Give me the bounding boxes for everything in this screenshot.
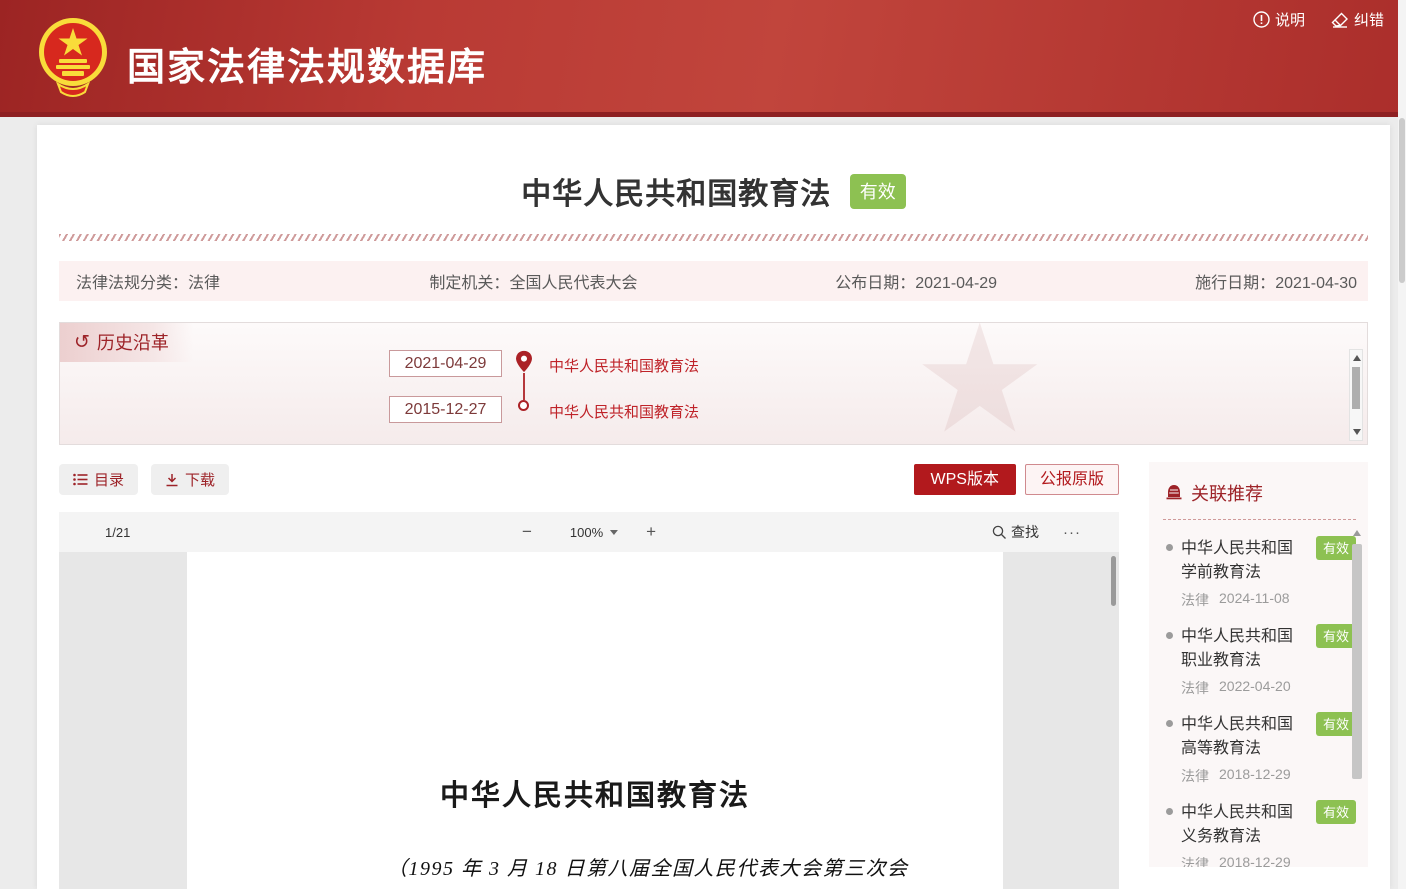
scroll-up-arrow-icon[interactable] — [1353, 530, 1361, 536]
status-badge: 有效 — [850, 174, 906, 209]
timeline-pin-icon — [515, 350, 533, 373]
history-section: ↺ 历史沿革 2021-04-29 中华人民共和国教育法 2015-12-27 … — [59, 322, 1368, 445]
download-icon — [165, 473, 179, 487]
wps-version-button[interactable]: WPS版本 — [914, 464, 1016, 495]
scroll-up-arrow-icon[interactable] — [1353, 355, 1361, 361]
list-icon — [73, 473, 88, 486]
search-icon — [992, 525, 1007, 540]
help-link[interactable]: 说明 — [1253, 9, 1305, 30]
document-paragraph-line1: （1995 年 3 月 18 日第八届全国人民代表大会第三次会 — [387, 852, 909, 881]
related-item-vocational[interactable]: 中华人民共和国职业教育法 有效 法律2022-04-20 — [1163, 610, 1368, 698]
zoom-controls: − 100% + — [518, 522, 660, 542]
site-title: 国家法律法规数据库 — [127, 36, 487, 91]
related-title: 关联推荐 — [1163, 472, 1356, 520]
eraser-icon — [1331, 12, 1349, 28]
browser-scrollbar — [1398, 0, 1406, 889]
catalog-button[interactable]: 目录 — [59, 464, 138, 495]
law-meta-bar: 法律法规分类：法律 制定机关：全国人民代表大会 公布日期：2021-04-29 … — [59, 261, 1368, 301]
meta-authority: 制定机关：全国人民代表大会 — [412, 269, 818, 293]
timeline-connector — [523, 373, 525, 400]
zoom-level[interactable]: 100% — [570, 525, 603, 540]
zoom-out-button[interactable]: − — [518, 522, 536, 542]
scroll-down-arrow-icon[interactable] — [1353, 429, 1361, 435]
bell-icon — [1165, 484, 1183, 502]
meta-effective-date: 施行日期：2021-04-30 — [1178, 269, 1368, 293]
sidebar-scrollbar — [1351, 528, 1364, 860]
related-list: 中华人民共和国学前教育法 有效 法律2024-11-08 中华人民共和国职业教育… — [1163, 520, 1368, 867]
chevron-down-icon[interactable] — [610, 530, 618, 535]
related-item-compulsory[interactable]: 中华人民共和国义务教育法 有效 法律2018-12-29 — [1163, 786, 1368, 867]
timeline-circle-marker — [518, 400, 529, 411]
history-section-title: ↺ 历史沿革 — [60, 323, 193, 362]
find-button[interactable]: 查找 — [992, 522, 1039, 542]
more-options-button[interactable]: ··· — [1063, 524, 1081, 541]
pdf-page: 中华人民共和国教育法 （1995 年 3 月 18 日第八届全国人民代表大会第三… — [187, 552, 1003, 889]
striped-divider — [59, 234, 1368, 241]
gazette-original-button[interactable]: 公报原版 — [1025, 464, 1119, 495]
bullet-icon — [1166, 544, 1173, 551]
status-badge: 有效 — [1316, 800, 1356, 824]
site-header: 国家法律法规数据库 说明 纠错 — [0, 0, 1406, 117]
pdf-content-area[interactable]: 中华人民共和国教育法 （1995 年 3 月 18 日第八届全国人民代表大会第三… — [59, 552, 1119, 889]
related-item-preschool[interactable]: 中华人民共和国学前教育法 有效 法律2024-11-08 — [1163, 522, 1368, 610]
pdf-toolbar: 1/21 − 100% + 查找 ·· — [59, 512, 1119, 552]
history-scroll-thumb[interactable] — [1352, 367, 1360, 409]
pdf-scroll-thumb[interactable] — [1111, 556, 1116, 606]
status-badge: 有效 — [1316, 624, 1356, 648]
sidebar-scroll-thumb[interactable] — [1352, 544, 1362, 779]
timeline-item-2015[interactable]: 中华人民共和国教育法 — [549, 401, 699, 422]
zoom-in-button[interactable]: + — [642, 522, 660, 542]
download-button[interactable]: 下载 — [151, 464, 229, 495]
timeline-item-2021[interactable]: 中华人民共和国教育法 — [549, 355, 699, 376]
bullet-icon — [1166, 720, 1173, 727]
bullet-icon — [1166, 808, 1173, 815]
pdf-viewer: 1/21 − 100% + 查找 ·· — [59, 512, 1119, 889]
timeline-date-2015[interactable]: 2015-12-27 — [389, 396, 502, 423]
related-sidebar: 关联推荐 中华人民共和国学前教育法 有效 法律2024-11-08 中华人民共和… — [1149, 462, 1368, 867]
history-icon: ↺ — [74, 333, 90, 352]
page-indicator: 1/21 — [105, 525, 130, 540]
info-icon — [1253, 11, 1270, 28]
bullet-icon — [1166, 632, 1173, 639]
header-nav: 说明 纠错 — [1253, 9, 1384, 30]
national-emblem-icon — [38, 12, 108, 100]
correction-link[interactable]: 纠错 — [1331, 9, 1384, 30]
main-panel: 中华人民共和国教育法 有效 法律法规分类：法律 制定机关：全国人民代表大会 公布… — [37, 125, 1390, 889]
status-badge: 有效 — [1316, 536, 1356, 560]
law-title: 中华人民共和国教育法 — [521, 169, 831, 213]
meta-category: 法律法规分类：法律 — [59, 269, 412, 293]
timeline-date-2021[interactable]: 2021-04-29 — [389, 350, 502, 377]
document-title: 中华人民共和国教育法 — [187, 772, 1003, 814]
status-badge: 有效 — [1316, 712, 1356, 736]
history-scrollbar — [1349, 349, 1363, 441]
browser-scroll-thumb[interactable] — [1399, 118, 1405, 283]
related-item-higher[interactable]: 中华人民共和国高等教育法 有效 法律2018-12-29 — [1163, 698, 1368, 786]
meta-publish-date: 公布日期：2021-04-29 — [818, 269, 1178, 293]
